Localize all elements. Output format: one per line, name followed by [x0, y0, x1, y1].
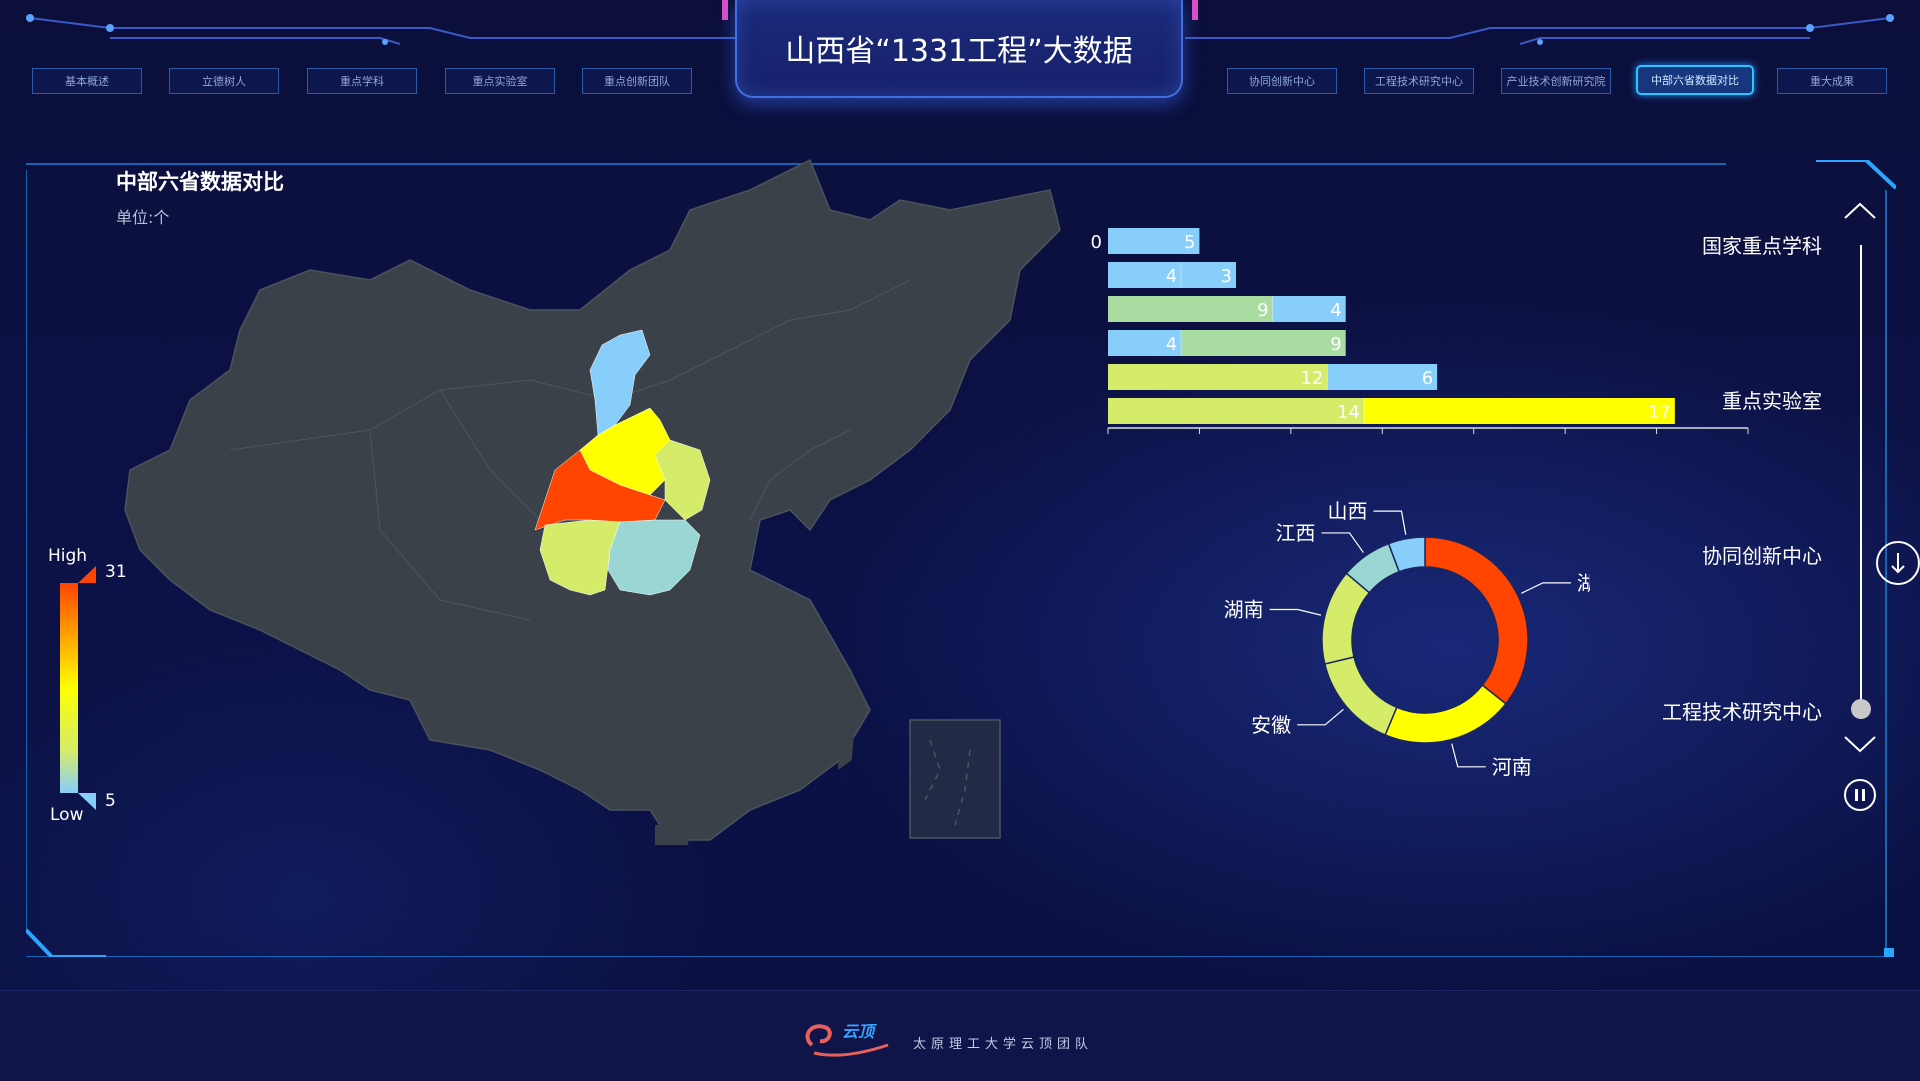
nav-tab-moral-edu[interactable]: 立德树人: [169, 68, 279, 94]
donut-slice-label: 湖南: [1224, 598, 1264, 622]
timeline-position-marker[interactable]: [1850, 698, 1872, 720]
side-timeline: [1860, 245, 1862, 705]
footer-team-text: 太原理工大学云顶团队: [913, 1037, 1094, 1052]
side-nav-item-key-discipline[interactable]: 国家重点学科: [1702, 230, 1822, 259]
nav-tab-overview[interactable]: 基本概述: [32, 68, 142, 94]
team-logo: 云顶: [805, 1022, 889, 1057]
donut-slice-label: 湖北: [1577, 571, 1590, 595]
nav-tab-key-lab[interactable]: 重点实验室: [445, 68, 555, 94]
hainan-island: [655, 822, 690, 845]
legend-gradient-bar: [60, 566, 96, 810]
bar-segment-b: [1327, 364, 1438, 390]
donut-chart: 湖北河南 安徽 湖南 江西山西: [1224, 499, 1590, 779]
donut-slice: [1424, 536, 1529, 705]
donut-label-line: [1297, 708, 1344, 726]
nav-tab-six-province-compare[interactable]: 中部六省数据对比: [1636, 65, 1754, 95]
china-map: [124, 158, 1061, 845]
bar-value-label-b: 6: [1422, 368, 1433, 389]
donut-label-line: [1269, 608, 1322, 616]
donut-label-line: [1373, 510, 1407, 535]
chevron-down-icon[interactable]: [1843, 733, 1877, 755]
title-box: 山西省“1331工程”大数据: [735, 0, 1183, 98]
legend-max-value: 31: [105, 562, 127, 582]
page-title: 山西省“1331工程”大数据: [785, 34, 1133, 69]
pause-icon[interactable]: [1843, 778, 1877, 812]
legend-min-value: 5: [105, 791, 116, 811]
logo-text: 云顶: [842, 1022, 877, 1041]
bar-value-label-a: 4: [1166, 334, 1177, 355]
chevron-up-icon[interactable]: [1843, 200, 1877, 222]
bar-value-label-a: 12: [1301, 368, 1324, 389]
taiwan-island: [838, 715, 855, 770]
donut-slice: [1323, 656, 1398, 736]
donut-label-line: [1321, 532, 1364, 553]
donut-slice: [1384, 684, 1507, 744]
donut-label-line: [1451, 743, 1486, 768]
donut-label-line: [1521, 582, 1571, 594]
nav-tab-major-results[interactable]: 重大成果: [1777, 68, 1887, 94]
bar-segment-b: [1181, 330, 1346, 356]
bar-value-label-b: 5: [1184, 232, 1195, 253]
bar-value-label-b: 3: [1221, 266, 1232, 287]
side-nav-item-collab-center[interactable]: 协同创新中心: [1702, 540, 1822, 569]
donut-slice-label: 山西: [1327, 499, 1367, 523]
bar-value-label-a: 0: [1091, 232, 1102, 253]
nav-tab-key-team[interactable]: 重点创新团队: [582, 68, 692, 94]
donut-slice-label: 江西: [1276, 521, 1316, 545]
nav-tab-key-discipline[interactable]: 重点学科: [307, 68, 417, 94]
bar-value-label-a: 9: [1257, 300, 1268, 321]
bar-chart: 0 54 39 44 912 614 17: [1091, 228, 1749, 434]
side-nav-item-eng-center[interactable]: 工程技术研究中心: [1662, 696, 1822, 725]
side-nav-item-key-lab[interactable]: 重点实验室: [1722, 385, 1822, 414]
bar-value-label-b: 4: [1330, 300, 1341, 321]
bar-value-label-a: 14: [1337, 402, 1360, 423]
bar-segment-a: [1108, 398, 1364, 424]
donut-slice-label: 安徽: [1251, 713, 1291, 737]
bar-value-label-a: 4: [1166, 266, 1177, 287]
nav-tab-collab-center[interactable]: 协同创新中心: [1227, 68, 1337, 94]
bar-segment-a: [1108, 296, 1273, 322]
arrow-down-circle-icon[interactable]: [1875, 540, 1920, 586]
bar-value-label-b: 9: [1330, 334, 1341, 355]
legend-low-label: Low: [50, 805, 84, 825]
donut-slice-label: 河南: [1492, 755, 1532, 779]
legend-high-label: High: [48, 546, 88, 566]
bar-segment-a: [1108, 364, 1328, 390]
nav-tab-eng-center[interactable]: 工程技术研究中心: [1364, 68, 1474, 94]
bar-value-label-b: 17: [1648, 402, 1671, 423]
nav-tab-industry-inst[interactable]: 产业技术创新研究院: [1501, 68, 1611, 94]
bar-segment-b: [1364, 398, 1675, 424]
